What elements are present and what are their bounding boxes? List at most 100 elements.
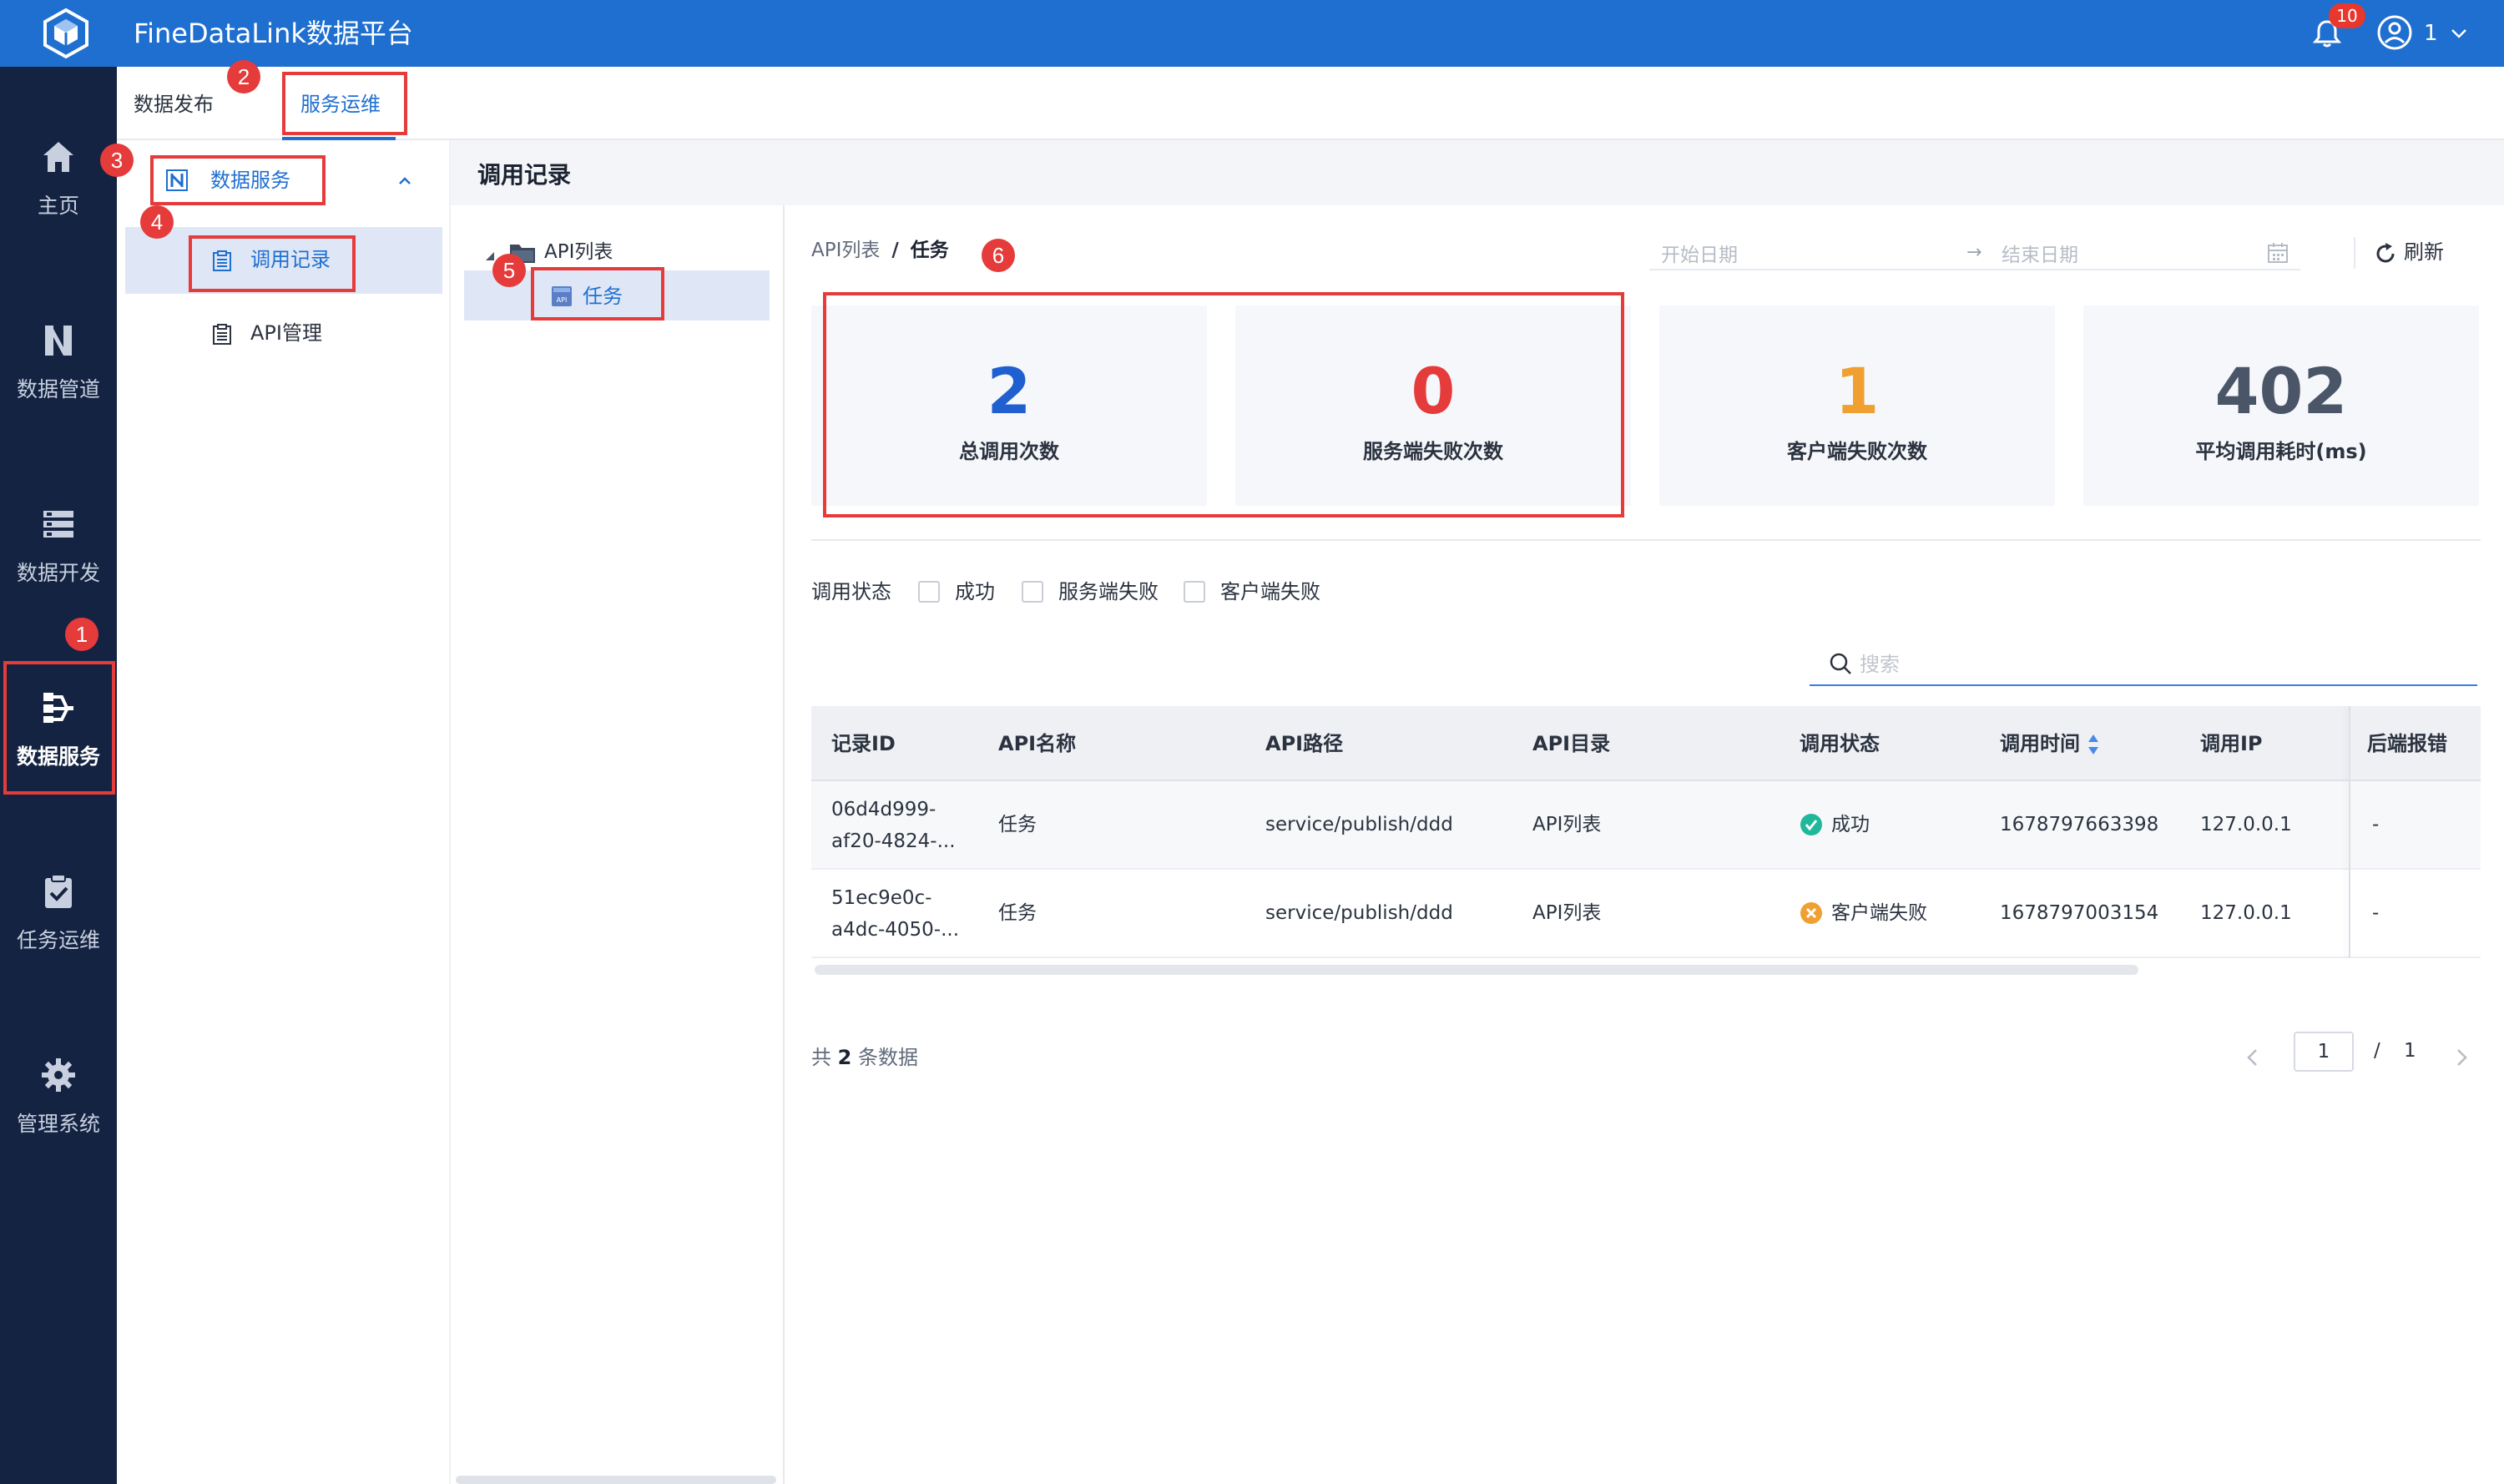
task-ops-icon — [45, 874, 72, 908]
annotation-box-stats — [823, 292, 1624, 517]
nav-item-dev[interactable]: 数据开发 — [0, 474, 117, 608]
refresh-icon[interactable] — [2374, 242, 2397, 265]
annotation-marker: 1 — [65, 618, 98, 651]
annotation-box-call-records — [189, 235, 356, 292]
cell-status: 客户端失败 — [1831, 902, 1927, 924]
stat-value: 402 — [2214, 354, 2348, 428]
breadcrumb-parent[interactable]: API列表 — [811, 240, 880, 261]
pipeline-icon — [45, 326, 72, 356]
section-divider — [811, 539, 2481, 541]
table-header: 记录ID API名称 API路径 API目录 调用状态 调用时间 调用IP 后端… — [811, 706, 2481, 781]
top-header: FineDataLink数据平台 10 1 — [0, 0, 2504, 67]
column-header: API路径 — [1265, 732, 1344, 755]
nav-item-home[interactable]: 主页 — [0, 107, 117, 240]
table-row[interactable]: 51ec9e0c- a4dc-4050-... 任务 service/publi… — [811, 870, 2481, 958]
tab-data-publish[interactable]: 数据发布 — [134, 90, 214, 119]
annotation-marker: 4 — [140, 205, 174, 239]
tree-horizontal-scrollbar[interactable] — [456, 1476, 776, 1484]
cell-api-dir: API列表 — [1532, 814, 1602, 835]
service-sidebar: 数据服务 调用记录 API管理 — [117, 140, 451, 1484]
chevron-up-icon[interactable] — [396, 174, 414, 187]
filter-client-fail-label[interactable]: 客户端失败 — [1220, 578, 1320, 606]
chevron-right-icon[interactable] — [2451, 1045, 2472, 1070]
success-check-icon — [1800, 814, 1822, 835]
fixed-column-divider — [2349, 706, 2350, 958]
annotation-marker: 6 — [982, 239, 1015, 272]
column-header: 调用IP — [2200, 732, 2263, 755]
cell-record-id: 06d4d999- — [831, 799, 936, 820]
tab-bar: 数据发布 服务运维 — [117, 67, 2504, 140]
filter-success-label[interactable]: 成功 — [955, 578, 995, 606]
nav-label: 主页 — [37, 194, 79, 218]
search-input[interactable] — [1860, 649, 2461, 679]
page-number-input[interactable] — [2294, 1032, 2354, 1072]
cell-record-id: 51ec9e0c- — [831, 887, 932, 909]
cell-record-id: a4dc-4050-... — [831, 919, 960, 941]
cell-api-name: 任务 — [998, 902, 1037, 924]
stat-card-client-failures: 1 客户端失败次数 — [1659, 305, 2055, 506]
nav-item-admin[interactable]: 管理系统 — [0, 1025, 117, 1158]
annotation-box-group — [150, 155, 326, 205]
refresh-button[interactable]: 刷新 — [2404, 239, 2444, 265]
chevron-left-icon[interactable] — [2242, 1045, 2264, 1070]
table-row[interactable]: 06d4d999- af20-4824-... 任务 service/publi… — [811, 781, 2481, 870]
client-fail-x-icon — [1800, 902, 1822, 924]
app-title: FineDataLink数据平台 — [134, 18, 413, 49]
search-icon — [1830, 653, 1851, 674]
filter-server-fail-label[interactable]: 服务端失败 — [1058, 578, 1159, 606]
api-tree-panel: API列表 API 任务 — [451, 205, 785, 1484]
calendar-icon[interactable] — [2267, 242, 2289, 264]
tree-node-api-list[interactable]: API列表 — [544, 239, 613, 265]
tree-expand-caret-icon[interactable] — [484, 250, 496, 262]
total-prefix: 共 — [811, 1046, 831, 1069]
cell-call-time: 1678797003154 — [2000, 902, 2159, 924]
annotation-box-tree-node — [531, 267, 664, 321]
filter-server-fail-checkbox[interactable] — [1022, 581, 1043, 603]
stat-value: 1 — [1835, 354, 1880, 428]
nav-label: 数据管道 — [16, 377, 100, 401]
filter-client-fail-checkbox[interactable] — [1184, 581, 1205, 603]
notification-count-badge: 10 — [2329, 3, 2365, 28]
cell-record-id: af20-4824-... — [831, 830, 956, 852]
date-range-picker[interactable]: 开始日期 → 结束日期 — [1649, 234, 2300, 270]
status-filter-label: 调用状态 — [811, 580, 891, 603]
cell-call-time: 1678797663398 — [2000, 814, 2159, 835]
nav-label: 数据开发 — [16, 561, 100, 585]
column-header: API名称 — [998, 732, 1077, 755]
app-logo-icon[interactable] — [40, 8, 92, 59]
cell-backend-error: - — [2372, 814, 2380, 835]
table-horizontal-scrollbar[interactable] — [815, 965, 2138, 975]
cell-ip: 127.0.0.1 — [2200, 814, 2292, 835]
sidebar-item-label: API管理 — [250, 321, 322, 345]
user-avatar-icon[interactable] — [2377, 15, 2412, 50]
cell-api-path: service/publish/ddd — [1265, 902, 1453, 924]
page-separator: / — [2374, 1040, 2380, 1062]
annotation-box-tab — [282, 72, 407, 135]
chevron-down-icon[interactable] — [2449, 23, 2469, 43]
column-header-sortable[interactable]: 调用时间 — [2000, 729, 2080, 758]
cell-api-name: 任务 — [998, 814, 1037, 835]
cell-backend-error: - — [2372, 902, 2380, 924]
total-number: 2 — [837, 1046, 852, 1069]
gear-icon — [42, 1058, 75, 1092]
filter-success-checkbox[interactable] — [918, 581, 940, 603]
total-pages: 1 — [2404, 1040, 2416, 1062]
annotation-box-nav — [3, 661, 115, 795]
nav-item-pipeline[interactable]: 数据管道 — [0, 290, 117, 424]
annotation-marker: 3 — [100, 144, 134, 177]
sidebar-item-api-manage[interactable]: API管理 — [125, 300, 442, 367]
stat-label: 平均调用耗时(ms) — [2195, 440, 2367, 463]
toolbar-divider — [2354, 237, 2355, 269]
date-range-arrow: → — [1966, 242, 1982, 263]
end-date-field[interactable]: 结束日期 — [2002, 239, 2078, 267]
user-name[interactable]: 1 — [2424, 17, 2438, 50]
sort-icon[interactable] — [2087, 733, 2100, 756]
home-icon — [43, 142, 73, 172]
total-suffix: 条数据 — [857, 1046, 918, 1069]
breadcrumb: API列表 / 任务 — [811, 237, 949, 264]
breadcrumb-current: 任务 — [910, 240, 949, 261]
search-box — [1810, 643, 2477, 686]
nav-item-task-ops[interactable]: 任务运维 — [0, 841, 117, 975]
column-header: 调用状态 — [1800, 732, 1880, 755]
start-date-field[interactable]: 开始日期 — [1661, 239, 1738, 267]
